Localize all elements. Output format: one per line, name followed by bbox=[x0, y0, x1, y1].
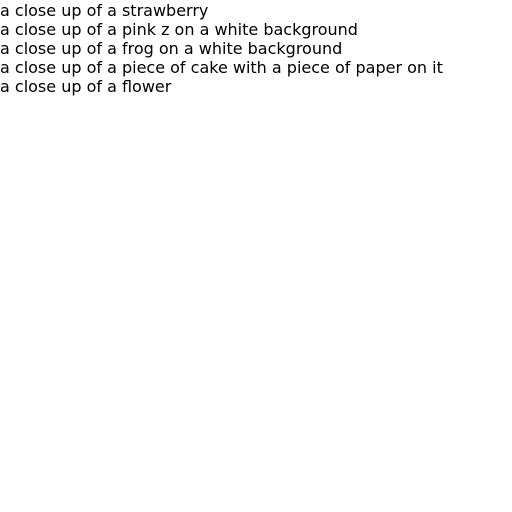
caption-list: a close up of a strawberry a close up of… bbox=[0, 1, 512, 96]
caption-line: a close up of a strawberry bbox=[0, 1, 209, 20]
caption-line: a close up of a pink z on a white backgr… bbox=[0, 20, 358, 39]
caption-line: a close up of a piece of cake with a pie… bbox=[0, 58, 443, 77]
caption-line: a close up of a flower bbox=[0, 77, 172, 96]
caption-line: a close up of a frog on a white backgrou… bbox=[0, 39, 343, 58]
